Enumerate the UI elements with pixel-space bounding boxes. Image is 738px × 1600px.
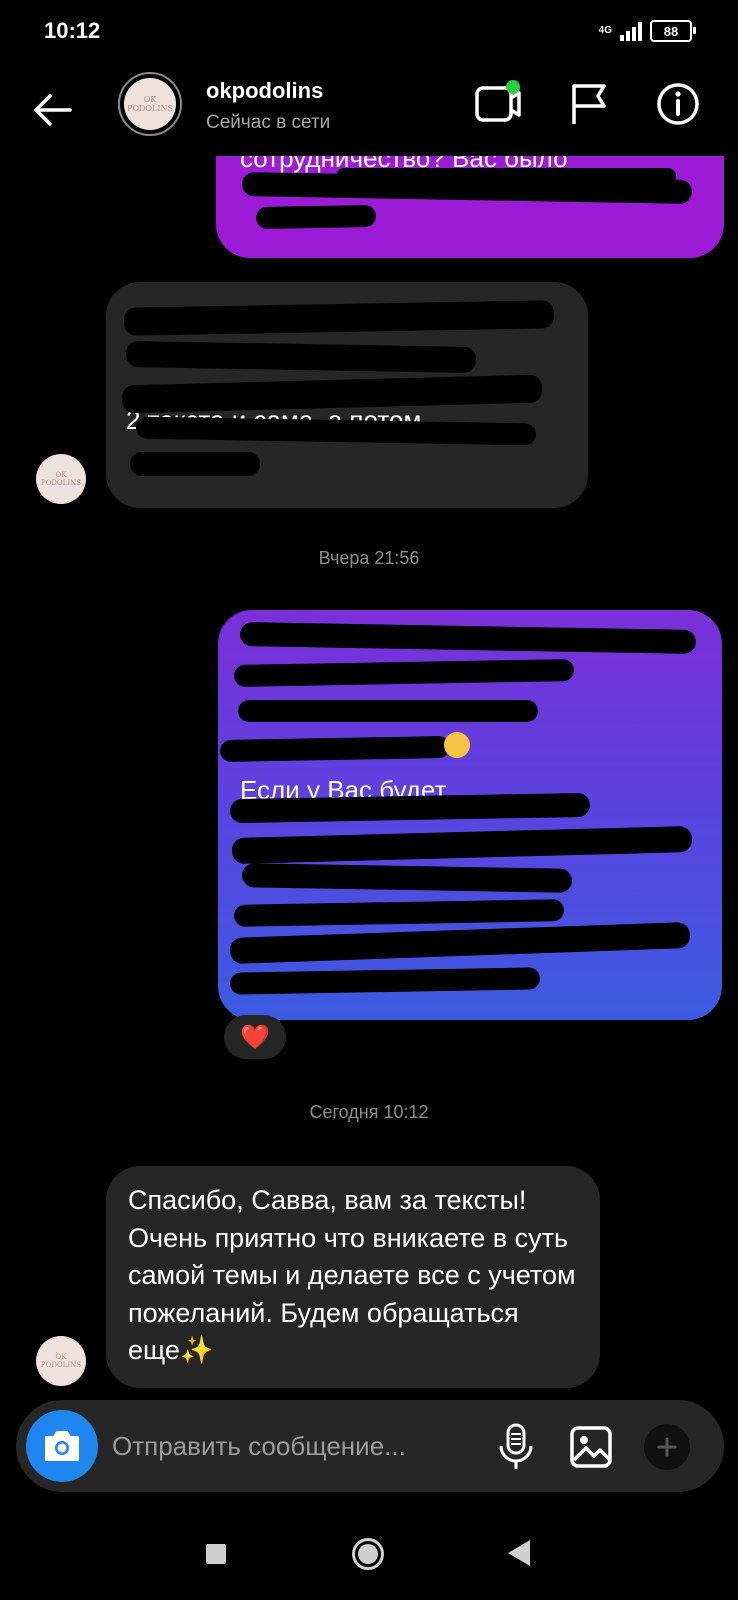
info-icon[interactable] bbox=[654, 80, 702, 128]
contact-username[interactable]: okpodolins bbox=[206, 78, 323, 104]
timestamp-yesterday: Вчера 21:56 bbox=[318, 548, 420, 568]
sender-avatar[interactable]: OK PODOLINS bbox=[36, 454, 86, 504]
online-dot bbox=[506, 80, 520, 94]
message-text: Спасибо, Савва, вам за тексты! Очень при… bbox=[128, 1185, 576, 1365]
timestamp-today: Сегодня 10:12 bbox=[309, 1102, 429, 1122]
recents-button[interactable] bbox=[206, 1544, 226, 1564]
sender-avatar[interactable]: OK PODOLINS bbox=[36, 1336, 86, 1386]
battery-level: 88 bbox=[663, 23, 679, 39]
camera-icon[interactable] bbox=[26, 1410, 98, 1482]
plus-icon[interactable] bbox=[644, 1424, 690, 1470]
avatar-logo: OK PODOLINS bbox=[124, 78, 176, 130]
back-arrow-icon[interactable] bbox=[28, 86, 76, 134]
message-input[interactable] bbox=[112, 1426, 462, 1466]
presence-status: Сейчас в сети bbox=[206, 112, 331, 133]
flag-icon[interactable] bbox=[566, 80, 614, 128]
signal-icon bbox=[620, 21, 642, 41]
emoji bbox=[444, 732, 470, 758]
contact-avatar[interactable]: OK PODOLINS bbox=[118, 72, 182, 136]
status-indicators: 4G 88 bbox=[598, 20, 696, 42]
network-type: 4G bbox=[598, 25, 612, 36]
home-button[interactable] bbox=[352, 1538, 384, 1570]
gallery-icon[interactable] bbox=[568, 1424, 614, 1470]
received-message-bubble[interactable]: 2 текста и сама, а потом bbox=[106, 282, 588, 508]
system-back-button[interactable] bbox=[508, 1540, 530, 1566]
microphone-icon[interactable] bbox=[494, 1422, 538, 1472]
heart-reaction[interactable]: ❤️ bbox=[224, 1015, 286, 1059]
battery-icon: 88 bbox=[650, 20, 696, 42]
status-time: 10:12 bbox=[44, 18, 101, 43]
sent-message-bubble[interactable]: сотрудничество? Вас было bbox=[216, 156, 724, 258]
sent-message-bubble[interactable]: Если у Вас будет bbox=[218, 610, 722, 1020]
video-call-icon[interactable] bbox=[474, 80, 522, 128]
